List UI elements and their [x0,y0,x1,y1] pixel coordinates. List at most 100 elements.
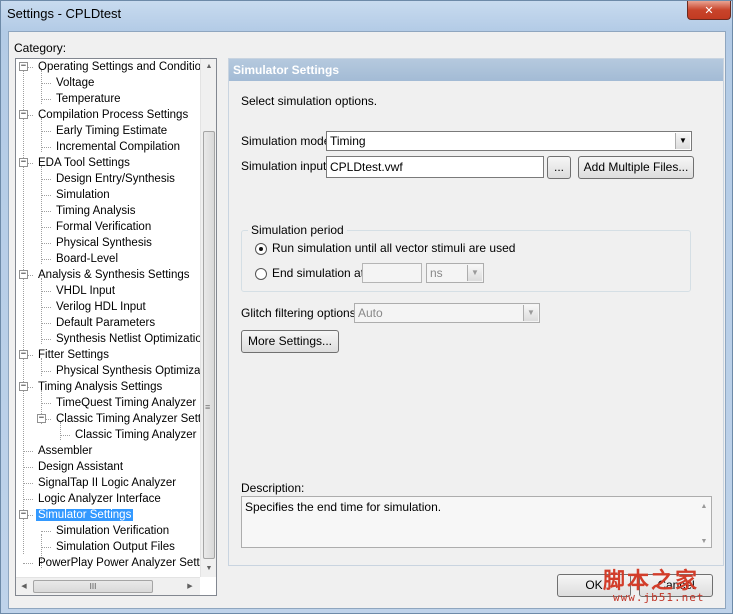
scroll-down-arrow-icon[interactable]: ▼ [201,561,216,577]
tree-item[interactable]: Voltage [54,75,96,91]
collapse-icon[interactable]: − [19,510,28,519]
tree-item[interactable]: Compilation Process Settings [36,107,190,123]
tree-item[interactable]: Verilog HDL Input [54,299,148,315]
scroll-left-arrow-icon[interactable]: ◀ [16,579,32,595]
tree-connector [41,243,51,244]
scroll-up-arrow-icon[interactable]: ▲ [697,500,711,514]
tree-item[interactable]: Simulation [54,187,112,203]
tree-item[interactable]: SignalTap II Logic Analyzer [36,475,178,491]
scroll-right-arrow-icon[interactable]: ▶ [182,579,198,595]
tree-item-label: Assembler [38,445,93,457]
browse-button-label: ... [553,160,564,174]
tree-item[interactable]: Operating Settings and Conditions [36,59,200,75]
chevron-down-icon: ▼ [675,133,690,149]
tree-connector [60,435,70,436]
tree-item[interactable]: Assembler [36,443,94,459]
tree-item[interactable]: Design Entry/Synthesis [54,171,177,187]
glitch-filtering-select[interactable]: Auto ▼ [354,303,540,323]
category-tree[interactable]: Operating Settings and Conditions − Voltag… [15,58,217,596]
tree-item-label: TimeQuest Timing Analyzer [56,397,197,409]
tree-item-label: Analysis & Synthesis Settings [38,269,190,281]
tree-connector [23,563,33,564]
panel-header: Simulator Settings [229,59,723,81]
tree-item[interactable]: Default Parameters [54,315,157,331]
scroll-down-arrow-icon[interactable]: ▼ [697,535,711,549]
tree-horizontal-scroll-thumb[interactable]: III [33,580,153,593]
collapse-icon[interactable]: − [19,382,28,391]
collapse-icon[interactable]: − [19,62,28,71]
collapse-icon[interactable]: − [19,158,28,167]
tree-item[interactable]: Simulation Output Files [54,539,177,555]
tree-item[interactable]: Synthesis Netlist Optimizations [54,331,200,347]
chevron-down-icon: ▼ [467,265,482,281]
tree-item[interactable]: Classic Timing Analyzer Settings [54,411,200,427]
more-settings-button[interactable]: More Settings... [241,330,339,353]
tree-item[interactable]: Classic Timing Analyzer Reporting [73,427,200,443]
site-watermark: 脚本之家 www.jb51.net [599,561,731,611]
collapse-icon[interactable]: − [19,350,28,359]
tree-item[interactable]: Design Assistant [36,459,125,475]
end-time-field[interactable] [362,263,422,283]
tree-item[interactable]: EDA Tool Settings [36,155,132,171]
tree-vertical-scrollbar[interactable]: ▲ ≡ ▼ [200,59,216,577]
simulation-mode-select[interactable]: Timing ▼ [326,131,692,151]
tree-item-label: Early Timing Estimate [56,125,168,137]
tree-item-label: Fitter Settings [38,349,109,361]
collapse-icon[interactable]: − [19,270,28,279]
tree-item[interactable]: Incremental Compilation [54,139,182,155]
tree-item[interactable]: Analysis & Synthesis Settings [36,267,192,283]
tree-item[interactable]: Early Timing Estimate [54,123,169,139]
simulation-input-value: CPLDtest.vwf [330,160,403,174]
tree-item[interactable]: Timing Analysis Settings [36,379,164,395]
tree-connector [41,83,51,84]
end-time-unit-value: ns [430,266,443,280]
tree-item[interactable]: Physical Synthesis Optimizations [54,363,200,379]
window-title: Settings - CPLDtest [7,6,122,21]
collapse-icon[interactable]: − [37,414,46,423]
title-bar[interactable]: Settings - CPLDtest ✕ [1,1,732,27]
add-multiple-files-button[interactable]: Add Multiple Files... [578,156,694,179]
tree-item-label: EDA Tool Settings [38,157,130,169]
tree-item[interactable]: Board-Level [54,251,120,267]
intro-text: Select simulation options. [241,94,378,108]
tree-item-label: Board-Level [56,253,119,265]
browse-button[interactable]: ... [547,156,571,179]
dialog-body: Category: Operating Settings and Conditi… [8,31,726,609]
end-time-unit-select[interactable]: ns ▼ [426,263,484,283]
run-all-vectors-radio[interactable] [255,243,267,255]
watermark-url: www.jb51.net [613,591,705,604]
tree-horizontal-scrollbar[interactable]: ◀ III ▶ [16,577,200,595]
tree-connector [41,531,51,532]
tree-item[interactable]: Physical Synthesis [54,235,154,251]
tree-connector [41,211,51,212]
tree-item[interactable]: Simulator Settings [36,507,134,523]
tree-item[interactable]: Temperature [54,91,123,107]
tree-item-label: Synthesis Netlist Optimizations [56,333,200,345]
close-button[interactable]: ✕ [687,1,731,20]
tree-item[interactable]: Formal Verification [54,219,153,235]
tree-connector [41,403,51,404]
tree-item[interactable]: Logic Analyzer Interface [36,491,163,507]
tree-connector [41,259,51,260]
simulation-mode-value: Timing [330,134,366,148]
end-simulation-at-radio[interactable] [255,268,267,280]
run-all-vectors-label[interactable]: Run simulation until all vector stimuli … [272,241,515,255]
simulation-input-field[interactable]: CPLDtest.vwf [326,156,544,178]
tree-connector [41,547,51,548]
tree-vertical-scroll-thumb[interactable]: ≡ [203,131,215,559]
tree-item[interactable]: PowerPlay Power Analyzer Settings [36,555,200,571]
tree-item[interactable]: Timing Analysis [54,203,137,219]
description-scrollbar[interactable]: ▲ ▼ [697,497,711,547]
collapse-icon[interactable]: − [19,110,28,119]
end-simulation-at-label[interactable]: End simulation at: [272,266,367,280]
simulation-input-label: Simulation input: [241,159,330,173]
tree-item[interactable]: Fitter Settings [36,347,111,363]
scroll-up-arrow-icon[interactable]: ▲ [201,59,216,75]
tree-item[interactable]: VHDL Input [54,283,117,299]
tree-item[interactable]: TimeQuest Timing Analyzer [54,395,198,411]
description-box[interactable]: Specifies the end time for simulation. ▲… [241,496,712,548]
tree-item-label: Design Assistant [38,461,124,473]
tree-connector [41,179,51,180]
scroll-grip-icon: ≡ [205,402,211,412]
tree-item[interactable]: Simulation Verification [54,523,171,539]
